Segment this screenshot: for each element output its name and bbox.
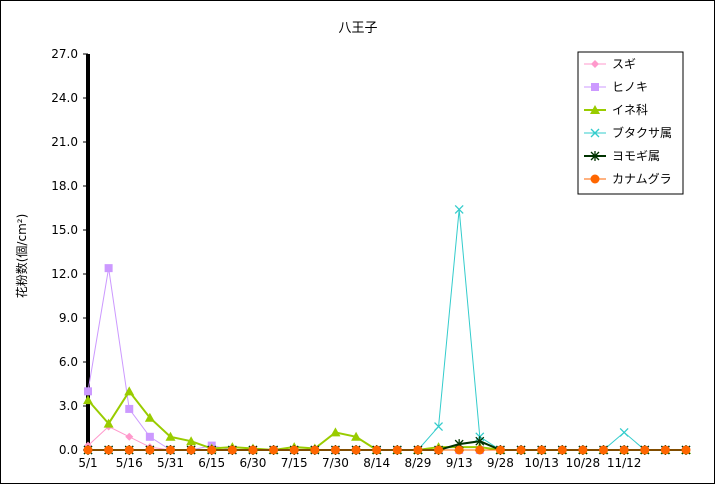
legend-label: ヒノキ xyxy=(612,80,648,94)
x-tick-label: 5/1 xyxy=(78,456,97,470)
y-tick-label: 12.0 xyxy=(51,267,78,281)
data-point xyxy=(557,445,567,455)
data-point xyxy=(125,404,134,413)
legend-marker xyxy=(591,83,599,91)
y-tick-label: 24.0 xyxy=(51,91,78,105)
series-3 xyxy=(83,386,691,454)
data-point xyxy=(516,445,526,455)
data-point xyxy=(310,445,320,455)
data-point xyxy=(330,445,340,455)
data-point xyxy=(599,445,609,455)
data-point xyxy=(124,445,134,455)
data-point xyxy=(186,445,196,455)
data-point xyxy=(372,445,382,455)
x-tick-label: 6/30 xyxy=(239,456,266,470)
chart-title: 八王子 xyxy=(338,21,377,36)
data-point xyxy=(660,445,670,455)
legend-label: カナムグラ xyxy=(612,172,672,186)
series-2 xyxy=(84,264,690,454)
data-point xyxy=(83,395,93,405)
x-tick-label: 8/29 xyxy=(404,456,431,470)
series-line xyxy=(88,209,686,451)
x-tick-label: 5/31 xyxy=(157,456,184,470)
data-point xyxy=(125,432,134,441)
y-axis-label: 花粉数(個/cm²) xyxy=(14,214,29,299)
x-tick-label: 10/13 xyxy=(524,456,559,470)
data-point xyxy=(227,445,237,455)
data-point xyxy=(104,445,114,455)
legend-entry: ヨモギ属 xyxy=(584,149,660,163)
y-tick-label: 0.0 xyxy=(59,443,78,457)
y-tick-label: 9.0 xyxy=(59,311,78,325)
legend-label: ブタクサ属 xyxy=(612,125,672,140)
data-point xyxy=(84,387,92,396)
series-line xyxy=(88,440,686,451)
line-chart: 八王子 花粉数(個/cm²) 0.0 3.0 6.0 9.0 12.0 15.0 18.0 2… xyxy=(14,21,691,470)
x-tick-label: 9/28 xyxy=(487,456,514,470)
data-point xyxy=(145,432,154,441)
legend-label: イネ科 xyxy=(612,103,648,117)
data-point xyxy=(640,445,650,455)
series-4 xyxy=(83,205,691,455)
x-tick-label: 10/28 xyxy=(566,456,601,470)
legend-label: ヨモギ属 xyxy=(612,149,660,163)
data-point xyxy=(83,445,93,455)
x-tick-label: 7/30 xyxy=(322,456,349,470)
series-line xyxy=(87,389,686,452)
legend-label: スギ xyxy=(612,57,636,71)
data-point xyxy=(392,445,402,455)
x-tick-label: 11/12 xyxy=(607,456,642,470)
data-point xyxy=(207,445,217,455)
data-point xyxy=(351,445,361,455)
data-point xyxy=(537,445,547,455)
data-point xyxy=(681,445,691,455)
y-tick-label: 18.0 xyxy=(51,179,78,193)
series-5 xyxy=(83,436,691,455)
data-point xyxy=(269,445,279,455)
x-tick-label: 5/16 xyxy=(116,456,143,470)
data-point xyxy=(619,445,629,455)
data-point xyxy=(475,445,485,455)
series-line xyxy=(87,268,686,451)
x-tick-label: 9/13 xyxy=(446,456,473,470)
legend: スギヒノキイネ科ブタクサ属ヨモギ属カナムグラ xyxy=(577,51,684,195)
data-point xyxy=(619,427,629,437)
x-tick-label: 7/15 xyxy=(281,456,308,470)
legend-marker xyxy=(590,174,600,184)
data-point xyxy=(413,445,423,455)
data-point xyxy=(248,445,258,455)
data-point xyxy=(330,427,341,437)
y-tick-label: 6.0 xyxy=(59,355,78,369)
data-point xyxy=(165,445,175,455)
y-tick-label: 3.0 xyxy=(59,399,78,413)
x-tick-label: 6/15 xyxy=(198,456,225,470)
data-point xyxy=(434,445,444,455)
x-tick-label: 8/14 xyxy=(363,456,390,470)
y-tick-label: 15.0 xyxy=(51,223,78,237)
y-tick-label: 21.0 xyxy=(51,135,78,149)
data-point xyxy=(104,264,113,273)
data-point xyxy=(578,445,588,455)
chart-frame: 八王子 花粉数(個/cm²) 0.0 3.0 6.0 9.0 12.0 15.0 18.0 2… xyxy=(0,0,715,484)
y-tick-label: 27.0 xyxy=(51,47,78,61)
data-point xyxy=(495,445,505,455)
data-point xyxy=(289,445,299,455)
data-point xyxy=(454,445,464,455)
data-point xyxy=(145,445,155,455)
